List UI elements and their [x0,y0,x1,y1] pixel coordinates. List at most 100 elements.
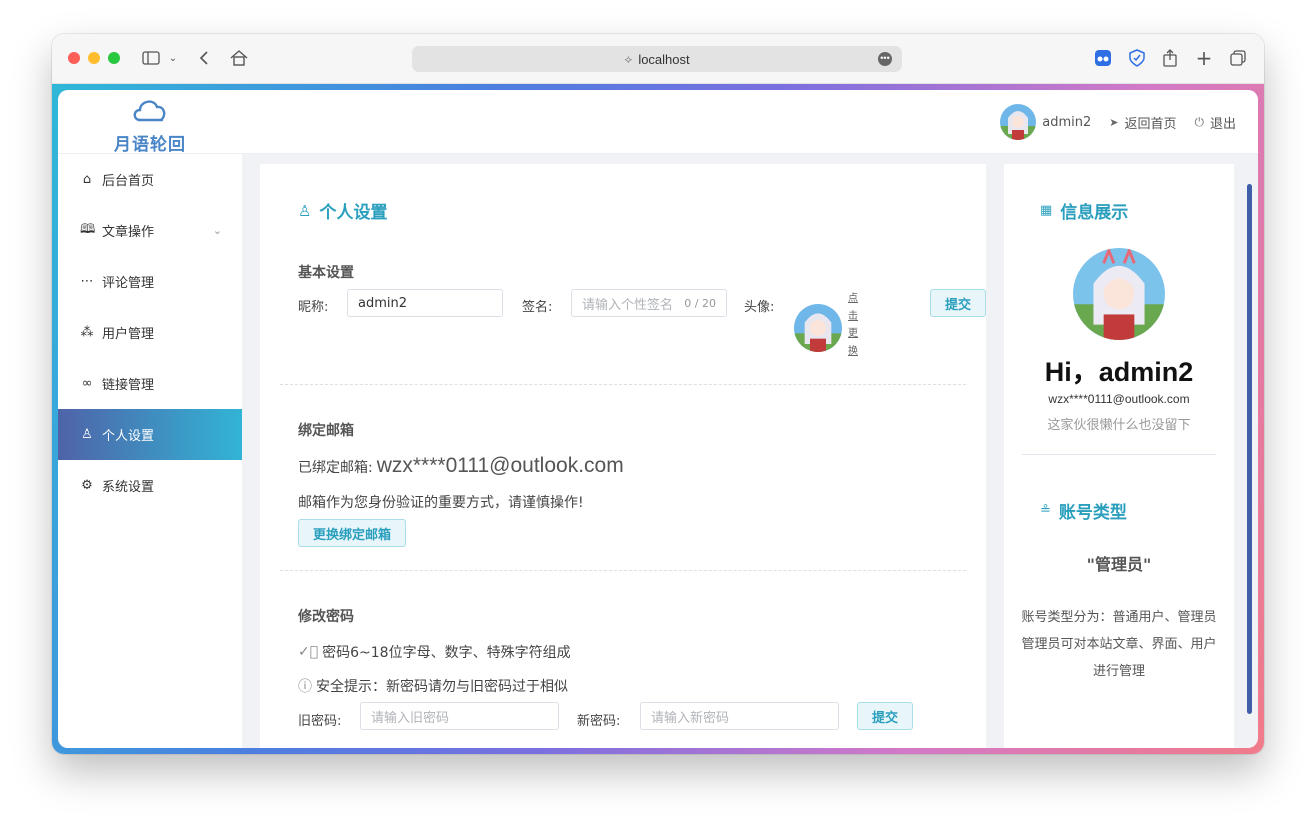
info-circle-icon: ⓘ [298,679,312,695]
greeting: Hi，admin2 [1044,357,1194,387]
signature-placeholder: 请输入个性签名 [582,297,674,313]
password-heading: 修改密码 [298,609,354,625]
zoom-window-button[interactable] [108,52,120,64]
sidebar-toggle-icon[interactable] [140,46,162,70]
bound-email-row: 已绑定邮箱: wzx****0111@outlook.com [298,454,624,478]
change-email-button[interactable]: 更换绑定邮箱 [298,519,406,547]
profile-bio: 这家伙很懒什么也没留下 [1047,418,1191,433]
sidebar-item-dashboard[interactable]: ⌂ 后台首页 [58,154,242,205]
basic-submit-button[interactable]: 提交 [930,289,986,317]
password-rule-text: 密码6~18位字母、数字、特殊字符组成 [322,645,571,661]
divider [280,384,966,385]
home-page-icon[interactable] [228,46,250,70]
nickname-input[interactable]: admin2 [347,289,503,317]
header-actions: admin2 ➤ 返回首页 ⏻ 退出 [1000,104,1236,140]
address-bar[interactable]: ⟡ localhost ••• [412,46,902,72]
logo-text: 月语轮回 [114,135,186,155]
avatar-upload[interactable] [794,304,842,352]
return-home-link[interactable]: ➤ 返回首页 [1109,113,1176,132]
new-password-input[interactable]: 请输入新密码 [640,702,839,730]
password-rule: ✓⃝ 密码6~18位字母、数字、特殊字符组成 [298,642,571,662]
top-header: 月语轮回 admin2 ➤ 返回首页 ⏻ 退出 [58,90,1258,155]
comment-icon: ⋯ [80,274,94,289]
signature-counter: 0 / 20 [684,296,716,310]
grid-icon: ▦ [1040,203,1053,218]
chevron-down-icon: ⌄ [212,224,222,237]
change-hint-char: 换 [848,345,858,357]
sidebar-item-users[interactable]: ⁂ 用户管理 [58,307,242,358]
user-icon: ♙ [298,201,312,220]
avatar [1000,104,1037,140]
scrollbar[interactable] [1247,184,1252,714]
profile-avatar [1073,248,1165,340]
minimize-window-button[interactable] [88,52,100,64]
share-icon[interactable] [1160,46,1180,70]
sidebar-item-links[interactable]: ∞ 链接管理 [58,358,242,409]
book-icon: 🕮 [80,221,96,237]
sidebar-item-label: 用户管理 [102,327,155,342]
old-password-label: 旧密码: [298,714,342,729]
sidebar-item-label: 后台首页 [102,174,155,189]
username: admin2 [1042,114,1092,130]
change-hint-char: 更 [848,328,858,339]
signature-label: 签名: [522,300,553,315]
browser-window: ⌄ ⟡ localhost ••• + 月语轮回 admin2 ➤ 返回首页 ⏻… [52,34,1264,754]
shield-icon[interactable] [1126,46,1148,70]
tabs-overview-icon[interactable] [1228,46,1248,70]
info-card: ▦ 信息展示 Hi，admin2 wzx****0111@outlook.com… [1004,164,1234,748]
close-window-button[interactable] [68,52,80,64]
password-tip: ⓘ 安全提示：新密码请勿与旧密码过于相似 [298,676,568,696]
users-icon: ⁂ [80,325,94,340]
check-circle-icon: ✓⃝ [298,644,319,660]
page-title-text: 个人设置 [319,203,388,223]
info-title-text: 信息展示 [1060,203,1129,223]
user-menu[interactable]: admin2 [1000,104,1091,140]
basic-settings-heading: 基本设置 [298,265,354,281]
browser-titlebar: ⌄ ⟡ localhost ••• + [52,34,1264,84]
nickname-label: 昵称: [298,300,329,315]
sunrise-icon: ≗ [1040,503,1051,518]
send-icon: ➤ [1109,115,1119,129]
back-icon[interactable] [194,46,214,70]
sidebar-item-settings[interactable]: ⚙ 系统设置 [58,460,242,511]
site-logo[interactable]: 月语轮回 [58,90,242,155]
password-tip-text: 安全提示：新密码请勿与旧密码过于相似 [316,679,568,695]
url-text: localhost [638,51,690,67]
admin-app: 月语轮回 admin2 ➤ 返回首页 ⏻ 退出 ⌂ 后台首页 🕮 文章操作 ⌄ … [58,90,1258,748]
logout-link[interactable]: ⏻ 退出 [1194,113,1236,132]
account-type-title-text: 账号类型 [1058,503,1127,523]
divider [280,570,966,571]
password-submit-button[interactable]: 提交 [857,702,913,730]
sidebar-item-label: 文章操作 [102,225,155,240]
chevron-down-icon[interactable]: ⌄ [166,46,180,70]
extension-icon[interactable] [1092,46,1114,70]
settings-icon: ⚙ [81,478,93,493]
logout-label: 退出 [1209,116,1236,132]
more-icon[interactable]: ••• [878,52,892,66]
profile-settings-card: ♙ 个人设置 基本设置 昵称: admin2 签名: 请输入个性签名 0 / 2… [260,164,986,748]
page-frame: 月语轮回 admin2 ➤ 返回首页 ⏻ 退出 ⌂ 后台首页 🕮 文章操作 ⌄ … [52,84,1264,754]
email-note: 邮箱作为您身份验证的重要方式，请谨慎操作! [298,495,584,511]
account-type-desc-line: 账号类型分为：普通用户、管理员 [1021,610,1217,625]
sidebar: ⌂ 后台首页 🕮 文章操作 ⌄ ⋯ 评论管理 ⁂ 用户管理 ∞ 链接管理 ♙ 个… [58,154,242,748]
email-heading: 绑定邮箱 [298,423,354,439]
window-controls [68,52,120,64]
signature-input[interactable]: 请输入个性签名 0 / 20 [571,289,727,317]
sidebar-item-comments[interactable]: ⋯ 评论管理 [58,256,242,307]
change-avatar-link[interactable]: 点 击 更 换 [848,290,860,360]
sidebar-item-label: 评论管理 [102,276,155,291]
link-icon: ∞ [81,376,93,391]
bound-email-label: 已绑定邮箱: [298,460,373,476]
new-tab-icon[interactable]: + [1194,46,1214,70]
home-icon: ⌂ [82,172,92,187]
sidebar-item-articles[interactable]: 🕮 文章操作 ⌄ [58,205,242,256]
old-password-input[interactable]: 请输入旧密码 [360,702,559,730]
account-type-desc: 账号类型分为：普通用户、管理员 管理员可对本站文章、界面、用户进行管理 [1020,604,1218,685]
power-icon: ⏻ [1194,114,1204,129]
account-type-desc-line: 管理员可对本站文章、界面、用户进行管理 [1021,637,1217,679]
sidebar-item-profile[interactable]: ♙ 个人设置 [58,409,242,460]
sidebar-item-label: 个人设置 [102,429,155,444]
return-home-label: 返回首页 [1124,116,1177,132]
profile-email: wzx****0111@outlook.com [1048,392,1190,406]
cloud-icon [133,100,166,122]
